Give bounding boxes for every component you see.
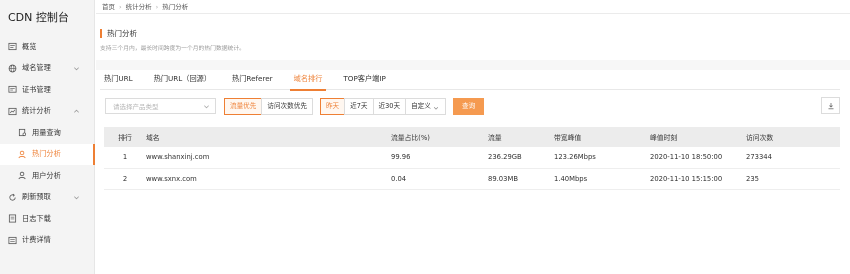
billing-icon	[7, 235, 17, 245]
select-placeholder: 请选择产品类型	[113, 103, 159, 111]
custom-range-button[interactable]: 自定义	[405, 97, 446, 115]
column-header-traffic: 流量	[488, 127, 554, 147]
sidebar-item-overview[interactable]: 概览	[0, 36, 94, 58]
column-header-domain: 域名	[146, 127, 391, 147]
sidebar-item-certificate[interactable]: 证书管理	[0, 79, 94, 101]
sidebar-item-refresh[interactable]: 刷新预取	[0, 187, 94, 209]
cell-visits: 273344	[746, 147, 840, 169]
time-range-toggle: 昨天 近7天 近30天 自定义	[319, 97, 446, 115]
breadcrumb: 首页 › 统计分析 › 热门分析	[96, 0, 850, 14]
sort-toggle: 流量优先 访问次数优先	[224, 97, 313, 115]
certificate-icon	[7, 85, 17, 95]
column-header-peak-time: 峰值时刻	[650, 127, 746, 147]
table-header-row: 排行 域名 流量占比(%) 流量 带宽峰值 峰值时刻 访问次数	[104, 127, 840, 147]
sidebar-item-label: 刷新预取	[22, 192, 51, 202]
section-divider	[96, 60, 850, 70]
traffic-priority-button[interactable]: 流量优先	[224, 97, 263, 115]
user-icon	[17, 149, 27, 159]
yesterday-button[interactable]: 昨天	[319, 97, 346, 115]
sidebar-item-label: 统计分析	[22, 106, 51, 116]
sidebar-item-user-analysis[interactable]: 用户分析	[0, 165, 94, 187]
refresh-icon	[7, 192, 17, 202]
page-title-text: 热门分析	[107, 29, 137, 38]
column-header-visits: 访问次数	[746, 127, 840, 147]
sidebar-item-usage[interactable]: 用量查询	[0, 122, 94, 144]
tab-bar: 热门URL 热门URL（回源） 热门Referer 域名排行 TOP客户端IP	[100, 70, 840, 91]
cell-traffic-share: 99.96	[391, 147, 488, 169]
sidebar-item-log-download[interactable]: 日志下载	[0, 208, 94, 230]
console-title: CDN 控制台	[8, 11, 69, 24]
cell-domain: www.sxnx.com	[146, 168, 391, 190]
cell-peak-time: 2020-11-10 18:50:00	[650, 147, 746, 169]
custom-range-label: 自定义	[411, 101, 431, 110]
last-30-days-button[interactable]: 近30天	[372, 97, 407, 115]
cell-rank: 1	[104, 147, 146, 169]
last-7-days-button[interactable]: 近7天	[344, 97, 374, 115]
page-header: 热门分析 支持三个月内，最长时间跨度为一个月的热门数据统计。	[96, 14, 850, 52]
breadcrumb-current: 热门分析	[162, 2, 189, 11]
cell-traffic: 236.29GB	[488, 147, 554, 169]
cell-peak-bandwidth: 123.26Mbps	[554, 147, 650, 169]
visits-priority-button[interactable]: 访问次数优先	[261, 97, 313, 115]
user-icon	[17, 171, 27, 181]
download-icon	[827, 102, 835, 110]
statistics-icon	[7, 106, 17, 116]
tab-domain-ranking[interactable]: 域名排行	[289, 70, 327, 91]
main-content: 首页 › 统计分析 › 热门分析 热门分析 支持三个月内，最长时间跨度为一个月的…	[96, 0, 850, 274]
chevron-up-icon	[73, 108, 81, 116]
table-row: 2 www.sxnx.com 0.04 89.03MB 1.40Mbps 202…	[104, 168, 840, 190]
sidebar: CDN 控制台 概览 域名管理 证书管理 统计分析 用量查询 热门分析 用户分析…	[0, 0, 95, 274]
page-description: 支持三个月内，最长时间跨度为一个月的热门数据统计。	[100, 46, 245, 52]
tab-top-client-ip[interactable]: TOP客户端IP	[339, 70, 389, 90]
sidebar-item-label: 计费详情	[22, 235, 51, 245]
sidebar-item-label: 概览	[22, 41, 37, 51]
chevron-down-icon	[433, 102, 440, 110]
column-header-rank: 排行	[104, 127, 146, 147]
filter-toolbar: 请选择产品类型 流量优先 访问次数优先 昨天 近7天 近30天 自定义 查询	[105, 97, 840, 115]
sidebar-item-label: 日志下载	[22, 213, 51, 223]
usage-query-icon	[17, 128, 27, 138]
breadcrumb-home[interactable]: 首页	[102, 1, 115, 13]
sidebar-item-label: 证书管理	[22, 84, 51, 94]
domain-ranking-table: 排行 域名 流量占比(%) 流量 带宽峰值 峰值时刻 访问次数 1 www.sh…	[104, 127, 840, 190]
sidebar-item-statistics[interactable]: 统计分析	[0, 101, 94, 123]
table-row: 1 www.shanxinj.com 99.96 236.29GB 123.26…	[104, 147, 840, 169]
product-type-select[interactable]: 请选择产品类型	[105, 98, 216, 114]
sidebar-item-hot-analysis[interactable]: 热门分析	[0, 143, 95, 165]
cell-visits: 235	[746, 168, 840, 190]
sidebar-item-domain[interactable]: 域名管理	[0, 58, 94, 80]
column-header-peak-bandwidth: 带宽峰值	[554, 127, 650, 147]
overview-icon	[7, 42, 17, 52]
breadcrumb-statistics[interactable]: 统计分析	[126, 1, 152, 13]
title-accent-bar	[100, 29, 102, 38]
chevron-down-icon	[73, 65, 81, 73]
log-icon	[7, 214, 17, 224]
chevron-down-icon	[203, 103, 210, 112]
cell-domain: www.shanxinj.com	[146, 147, 391, 169]
cell-traffic-share: 0.04	[391, 168, 488, 190]
sidebar-item-label: 用户分析	[32, 170, 61, 180]
tab-hot-url-origin[interactable]: 热门URL（回源）	[150, 70, 215, 90]
tab-hot-referer[interactable]: 热门Referer	[228, 70, 277, 90]
tab-hot-url[interactable]: 热门URL	[100, 70, 137, 90]
breadcrumb-separator: ›	[119, 2, 122, 11]
globe-icon	[7, 63, 17, 73]
cell-traffic: 89.03MB	[488, 168, 554, 190]
breadcrumb-separator: ›	[155, 2, 159, 11]
cell-peak-time: 2020-11-10 15:15:00	[650, 168, 746, 190]
download-button[interactable]	[821, 97, 840, 114]
sidebar-item-label: 热门分析	[32, 149, 61, 159]
sidebar-item-label: 用量查询	[32, 127, 61, 137]
cell-rank: 2	[104, 168, 146, 190]
page-title: 热门分析	[100, 28, 850, 39]
query-button[interactable]: 查询	[452, 97, 485, 115]
chevron-down-icon	[73, 194, 81, 202]
column-header-traffic-share: 流量占比(%)	[391, 127, 488, 147]
sidebar-item-label: 域名管理	[22, 63, 51, 73]
cell-peak-bandwidth: 1.40Mbps	[554, 168, 650, 190]
sidebar-item-billing[interactable]: 计费详情	[0, 230, 94, 252]
